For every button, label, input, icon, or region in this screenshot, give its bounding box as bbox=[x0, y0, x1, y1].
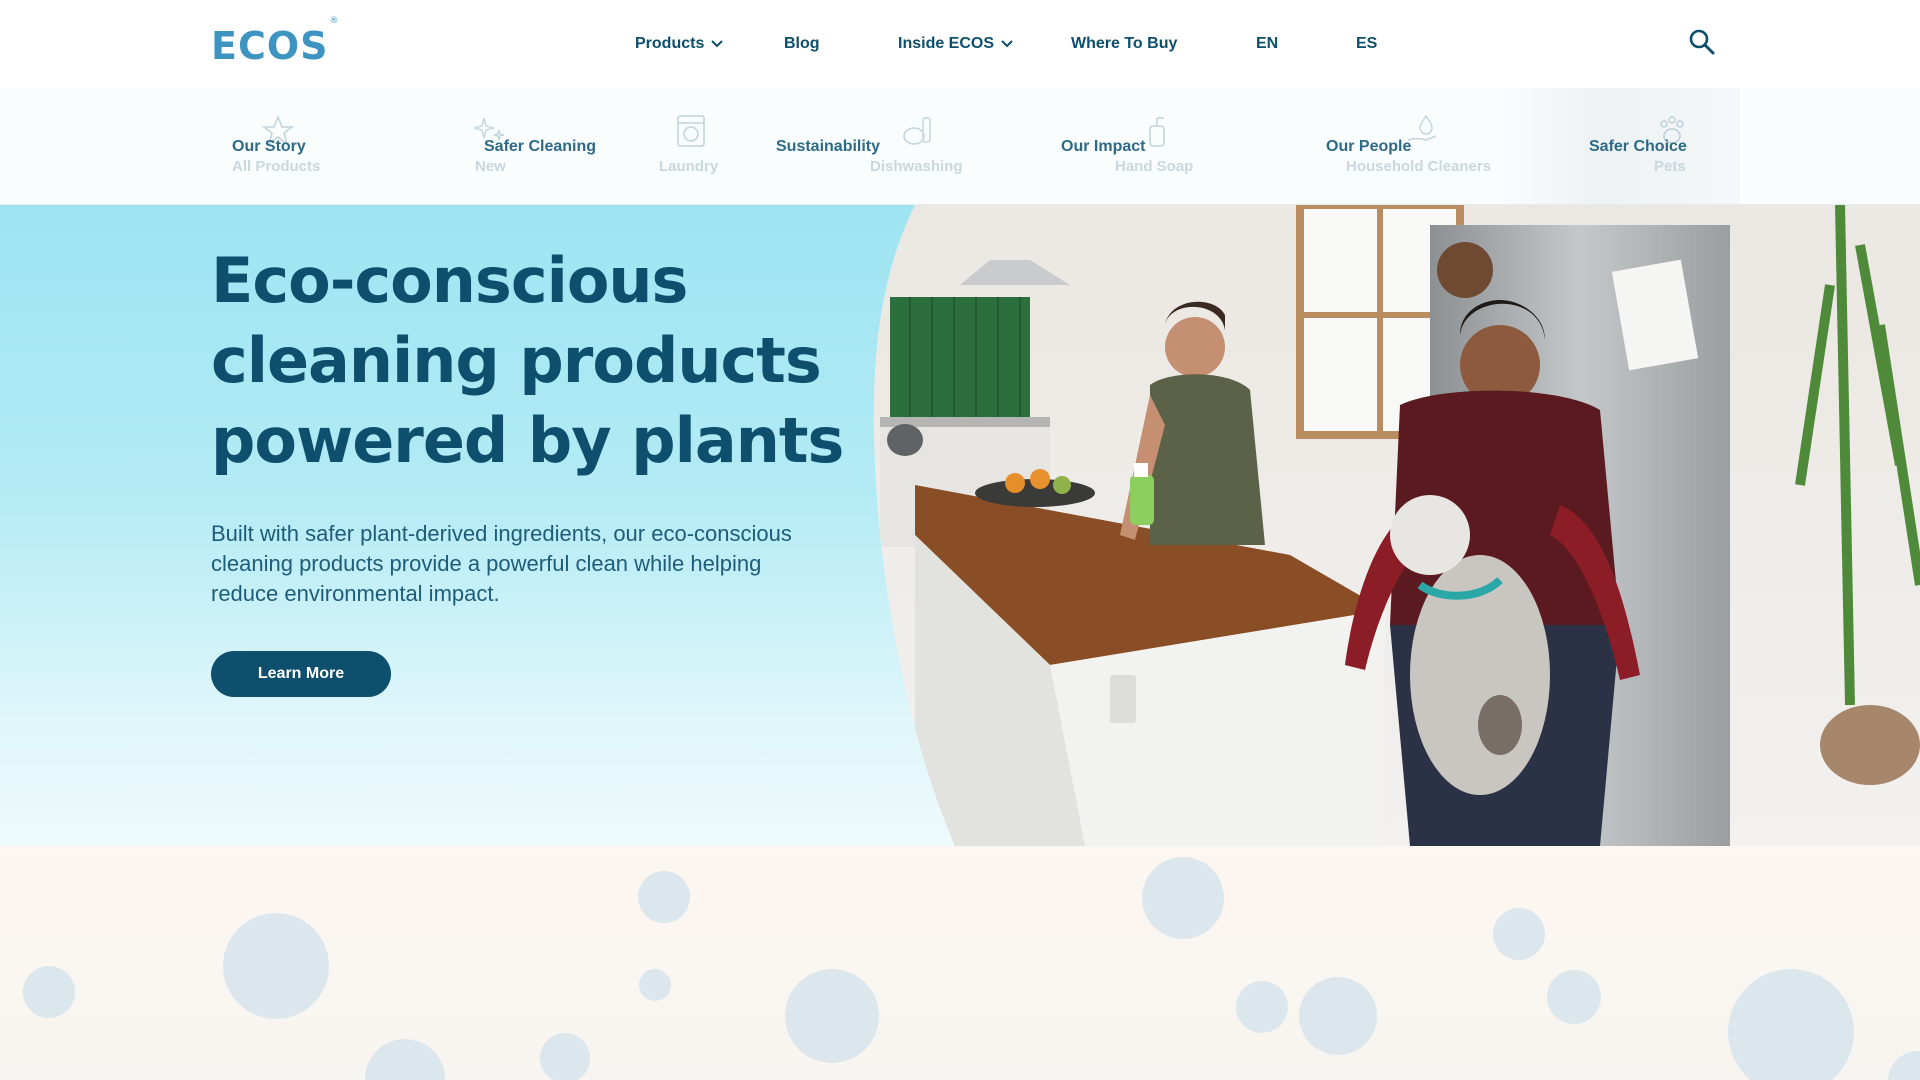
lang-en[interactable]: EN bbox=[1256, 35, 1278, 53]
bubble bbox=[1493, 908, 1545, 960]
menu-link-sustainability[interactable]: Sustainability bbox=[776, 138, 880, 156]
hero-section: Eco-conscious cleaning products powered … bbox=[0, 205, 1920, 846]
washing-machine-icon bbox=[677, 115, 705, 147]
nav-inside-ecos-label: Inside ECOS bbox=[898, 35, 995, 52]
bubble bbox=[540, 1033, 590, 1080]
hero-subtext: Built with safer plant-derived ingredien… bbox=[211, 521, 792, 606]
menu-link-our-story[interactable]: Our Story bbox=[232, 138, 306, 156]
lang-es[interactable]: ES bbox=[1356, 35, 1377, 53]
nav-inside-ecos[interactable]: Inside ECOS bbox=[898, 35, 1014, 53]
category-dishwashing[interactable]: Dishwashing bbox=[870, 158, 963, 175]
bubble bbox=[638, 871, 690, 923]
bubble bbox=[639, 969, 671, 1001]
category-laundry[interactable]: Laundry bbox=[659, 158, 718, 175]
learn-more-button[interactable]: Learn More bbox=[211, 651, 391, 697]
bubble bbox=[1547, 970, 1601, 1024]
bubble bbox=[365, 1039, 445, 1080]
bubble bbox=[785, 969, 879, 1063]
hero-headline: Eco-conscious cleaning products powered … bbox=[211, 244, 844, 477]
nav-products[interactable]: Products bbox=[635, 35, 724, 53]
bubble bbox=[223, 913, 329, 1019]
bubble bbox=[1728, 969, 1854, 1080]
bubble bbox=[1299, 977, 1377, 1055]
category-hand-soap[interactable]: Hand Soap bbox=[1115, 158, 1193, 175]
bubble bbox=[23, 966, 75, 1018]
logo-text: ECOS bbox=[211, 24, 329, 68]
nav-blog[interactable]: Blog bbox=[784, 35, 820, 53]
menu-link-our-impact[interactable]: Our Impact bbox=[1061, 138, 1145, 156]
bubble bbox=[1142, 857, 1224, 939]
decorative-bubbles-section bbox=[0, 846, 1920, 1080]
lang-es-label: ES bbox=[1356, 35, 1378, 52]
category-pets[interactable]: Pets bbox=[1654, 158, 1686, 175]
nav-where-to-buy[interactable]: Where To Buy bbox=[1071, 35, 1177, 53]
ecos-logo[interactable]: ECOS® bbox=[211, 16, 339, 68]
site-header: ECOS® Products Blog Inside ECOS Where To… bbox=[0, 0, 1920, 88]
nav-blog-label: Blog bbox=[784, 35, 820, 52]
menu-link-our-people[interactable]: Our People bbox=[1326, 138, 1411, 156]
nav-where-to-buy-label: Where To Buy bbox=[1071, 35, 1178, 52]
search-icon[interactable] bbox=[1688, 28, 1716, 56]
dishes-icon bbox=[903, 117, 931, 145]
menu-link-safer-cleaning[interactable]: Safer Cleaning bbox=[484, 138, 596, 156]
category-all-products[interactable]: All Products bbox=[232, 158, 320, 175]
chevron-down-icon bbox=[711, 40, 724, 48]
chevron-down-icon bbox=[1001, 40, 1013, 48]
menu-link-safer-choice[interactable]: Safer Choice bbox=[1589, 138, 1687, 156]
bubble bbox=[1888, 1051, 1920, 1080]
mega-menu: All Products New Laundry Dishwashing Han… bbox=[0, 88, 1920, 205]
category-new[interactable]: New bbox=[475, 158, 506, 175]
category-household-cleaners[interactable]: Household Cleaners bbox=[1346, 158, 1491, 175]
lang-en-label: EN bbox=[1256, 35, 1279, 52]
registered-mark: ® bbox=[329, 16, 340, 27]
bubble bbox=[1236, 981, 1288, 1033]
nav-products-label: Products bbox=[635, 35, 705, 52]
